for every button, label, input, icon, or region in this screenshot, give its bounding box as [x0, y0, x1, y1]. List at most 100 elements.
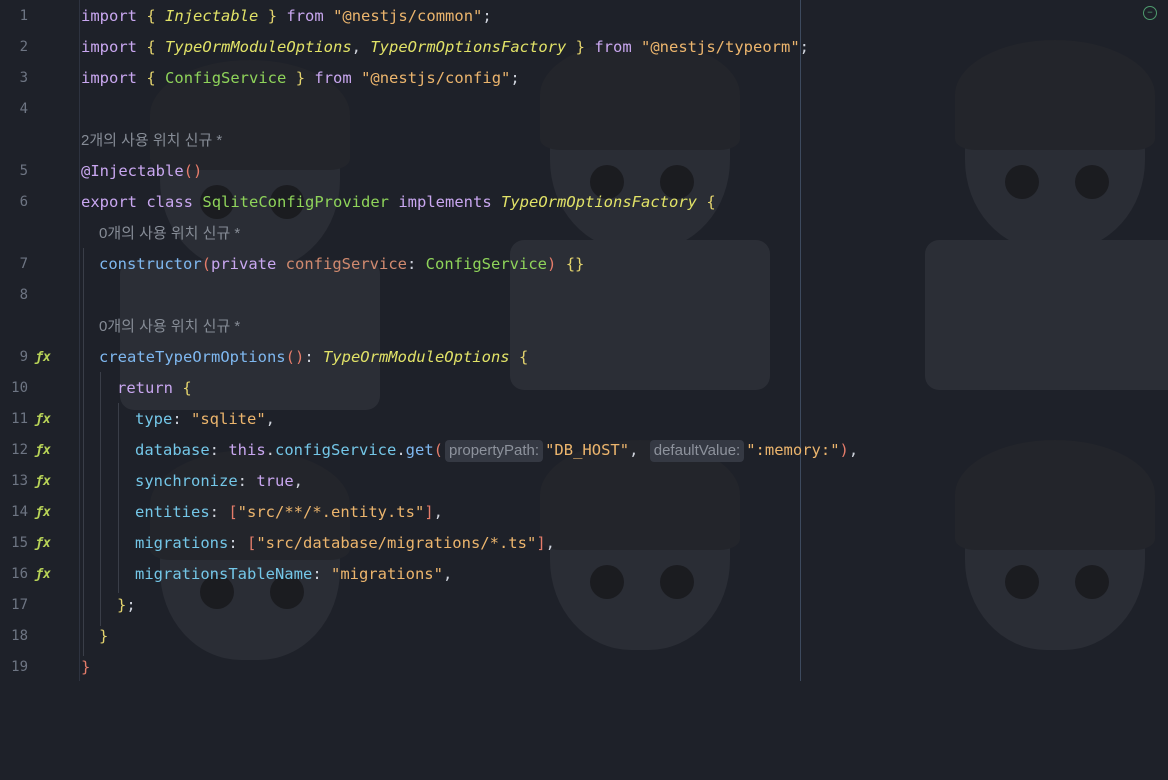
code-text[interactable]: return {	[117, 373, 192, 404]
code-editor[interactable]: − 1 import { Injectable } from "@nestjs/c…	[0, 0, 1168, 681]
code-text[interactable]: createTypeOrmOptions(): TypeOrmModuleOpt…	[99, 342, 528, 373]
code-line[interactable]: 11 ƒx type: "sqlite",	[0, 404, 1168, 435]
code-line[interactable]: 5 @Injectable()	[0, 156, 1168, 187]
usage-hint-row[interactable]: 0개의 사용 위치 신규 *	[0, 218, 1168, 249]
code-line[interactable]: 16 ƒx migrationsTableName: "migrations",	[0, 559, 1168, 590]
line-number: 15	[11, 535, 28, 551]
code-text[interactable]: };	[117, 590, 136, 621]
code-token: private	[211, 255, 277, 273]
code-token: :	[228, 534, 247, 552]
code-token: TypeOrmModuleOptions	[322, 348, 510, 366]
code-token: "@nestjs/config"	[361, 69, 511, 87]
function-gutter-icon[interactable]: ƒx	[34, 342, 52, 373]
code-text[interactable]: }	[81, 652, 90, 683]
code-line[interactable]: 18}	[0, 621, 1168, 652]
code-token: TypeOrmModuleOptions	[165, 38, 352, 56]
code-line[interactable]: 17};	[0, 590, 1168, 621]
code-token: ,	[848, 441, 859, 459]
code-token: ":memory:"	[746, 441, 840, 459]
code-text[interactable]: export class SqliteConfigProvider implem…	[81, 187, 716, 218]
code-token: this	[228, 441, 266, 459]
code-token: {	[706, 193, 716, 211]
code-text[interactable]: migrationsTableName: "migrations",	[135, 559, 452, 590]
code-token: ()	[285, 348, 305, 366]
function-gutter-icon[interactable]: ƒx	[34, 497, 52, 528]
code-text[interactable]: entities: ["src/**/*.entity.ts"],	[135, 497, 443, 528]
code-token: ConfigService	[165, 69, 287, 87]
function-gutter-icon[interactable]: ƒx	[34, 435, 52, 466]
code-token: ]	[536, 534, 546, 552]
function-gutter-icon[interactable]: ƒx	[34, 466, 52, 497]
code-token: migrations	[135, 534, 229, 552]
code-line[interactable]: 7 constructor(private configService: Conf…	[0, 249, 1168, 280]
code-token: migrationsTableName	[135, 565, 313, 583]
code-token: configService	[285, 255, 407, 273]
code-token: "migrations"	[330, 565, 443, 583]
line-number: 3	[19, 70, 28, 86]
code-token: from	[594, 38, 632, 56]
code-text[interactable]: constructor(private configService: Confi…	[99, 249, 584, 280]
line-number: 14	[11, 504, 28, 520]
code-token: TypeOrmOptionsFactory	[370, 38, 567, 56]
code-line[interactable]: 6 export class SqliteConfigProvider imple…	[0, 187, 1168, 218]
code-token: )	[547, 255, 557, 273]
usage-hint[interactable]: 0개의 사용 위치 신규 *	[99, 311, 240, 342]
code-token: from	[314, 69, 352, 87]
code-line[interactable]: 15 ƒx migrations: ["src/database/migration…	[0, 528, 1168, 559]
code-token: implements	[398, 193, 492, 211]
usage-hint-row[interactable]: 2개의 사용 위치 신규 *	[0, 125, 1168, 156]
code-line[interactable]: 1 import { Injectable } from "@nestjs/com…	[0, 1, 1168, 32]
code-token: {	[146, 7, 156, 25]
code-token: :	[209, 503, 229, 521]
usage-hint-row[interactable]: 0개의 사용 위치 신규 *	[0, 311, 1168, 342]
parameter-inlay-hint: defaultValue:	[649, 440, 745, 462]
usage-hint[interactable]: 0개의 사용 위치 신규 *	[99, 218, 240, 249]
code-token: :	[407, 255, 426, 273]
code-token: ,	[442, 565, 453, 583]
code-token: ;	[799, 38, 809, 56]
code-line[interactable]: 4	[0, 94, 1168, 125]
code-token: :	[304, 348, 323, 366]
function-gutter-icon[interactable]: ƒx	[34, 559, 52, 590]
code-text[interactable]: import { ConfigService } from "@nestjs/c…	[81, 63, 520, 94]
code-line[interactable]: 2 import { TypeOrmModuleOptions, TypeOrmO…	[0, 32, 1168, 63]
code-line[interactable]: 13 ƒx synchronize: true,	[0, 466, 1168, 497]
code-text[interactable]: database: this.configService.get(propert…	[135, 435, 858, 466]
code-line[interactable]: 8	[0, 280, 1168, 311]
code-text[interactable]: type: "sqlite",	[135, 404, 275, 435]
code-text[interactable]: }	[99, 621, 108, 652]
code-text[interactable]: @Injectable()	[81, 156, 202, 187]
code-text[interactable]: migrations: ["src/database/migrations/*.…	[135, 528, 555, 559]
code-text[interactable]: synchronize: true,	[135, 466, 303, 497]
code-line[interactable]: 9 ƒx createTypeOrmOptions(): TypeOrmModule…	[0, 342, 1168, 373]
line-number: 9	[19, 349, 28, 365]
line-number: 8	[19, 287, 28, 303]
code-token: return	[117, 379, 173, 397]
code-text[interactable]: import { Injectable } from "@nestjs/comm…	[81, 1, 492, 32]
code-line[interactable]: 3 import { ConfigService } from "@nestjs/…	[0, 63, 1168, 94]
code-line[interactable]: 19}	[0, 652, 1168, 683]
line-number: 10	[11, 380, 28, 396]
code-token: constructor	[99, 255, 202, 273]
code-line[interactable]: 14 ƒx entities: ["src/**/*.entity.ts"],	[0, 497, 1168, 528]
function-gutter-icon[interactable]: ƒx	[34, 404, 52, 435]
code-token: :	[237, 472, 257, 490]
line-number: 5	[19, 163, 28, 179]
function-gutter-icon[interactable]: ƒx	[34, 528, 52, 559]
code-text[interactable]: import { TypeOrmModuleOptions, TypeOrmOp…	[81, 32, 809, 63]
usage-hint[interactable]: 2개의 사용 위치 신규 *	[81, 125, 222, 156]
code-token: true	[256, 472, 294, 490]
line-number: 4	[19, 101, 28, 117]
code-line[interactable]: 12 ƒx database: this.configService.get(pro…	[0, 435, 1168, 466]
code-line[interactable]: 10 return {	[0, 373, 1168, 404]
